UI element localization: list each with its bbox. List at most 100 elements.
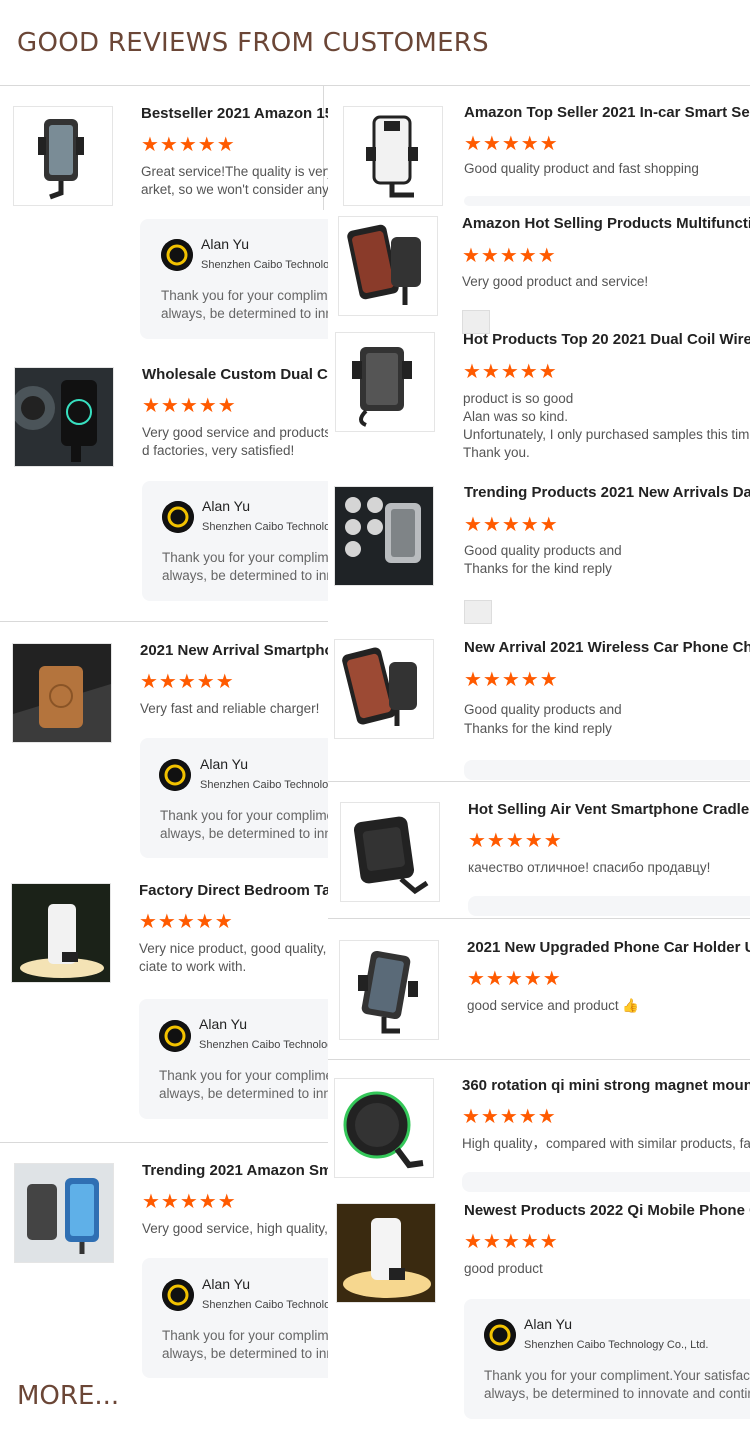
- seller-name: Alan Yu: [200, 756, 249, 772]
- more-link[interactable]: MORE...: [17, 1381, 119, 1411]
- reply-text-line: Thank you for your compliment.Your satis…: [162, 550, 328, 565]
- product-image[interactable]: [336, 1203, 436, 1303]
- seller-avatar: [161, 239, 193, 271]
- star-rating: ★★★★★: [464, 1231, 559, 1253]
- car-charger-icon: [15, 368, 113, 466]
- seller-company: Shenzhen Caibo Technology Co., Ltd.: [200, 779, 328, 791]
- reply-text-line: Thank you for your compliment.Your satis…: [160, 808, 328, 823]
- product-image[interactable]: [334, 1078, 434, 1178]
- review-divider: [328, 918, 750, 919]
- product-image[interactable]: [14, 367, 114, 467]
- review-text-line: d factories, very satisfied!: [142, 443, 295, 458]
- seller-name: Alan Yu: [202, 498, 251, 514]
- review-title[interactable]: Hot Products Top 20 2021 Dual Coil Wirel…: [463, 331, 750, 348]
- right-reviews-column: Amazon Top Seller 2021 In-car Smart Sens…: [328, 86, 750, 1430]
- seller-avatar: [159, 1020, 191, 1052]
- lamp-charger-icon: [12, 884, 110, 982]
- seller-avatar: [159, 759, 191, 791]
- review-title[interactable]: New Arrival 2021 Wireless Car Phone Char…: [464, 639, 750, 656]
- review-title[interactable]: Trending Products 2021 New Arrivals Dash…: [464, 484, 750, 501]
- review-title[interactable]: 2021 New Upgraded Phone Car Holder Unive…: [467, 939, 750, 956]
- star-rating: ★★★★★: [142, 1191, 237, 1213]
- product-image[interactable]: [343, 106, 443, 206]
- product-image[interactable]: [340, 802, 440, 902]
- car-phone-holder-icon: [344, 107, 442, 205]
- review-text-line: Good quality products and: [464, 702, 622, 717]
- seller-avatar: [162, 501, 194, 533]
- review-title[interactable]: Wholesale Custom Dual Coil Wireless Car …: [142, 366, 328, 383]
- car-phone-holder-icon: [339, 217, 437, 315]
- seller-name: Alan Yu: [201, 236, 250, 252]
- star-rating: ★★★★★: [467, 968, 562, 990]
- seller-reply: [464, 760, 750, 780]
- review-title[interactable]: Hot Selling Air Vent Smartphone Cradle C…: [468, 801, 750, 818]
- reply-text-line: always, be determined to innovate and co…: [160, 826, 328, 841]
- car-charger-icon: [335, 487, 433, 585]
- wireless-charger-icon: [13, 644, 111, 742]
- review-divider: [328, 781, 750, 782]
- car-phone-holder-icon: [340, 941, 438, 1039]
- reply-text-line: Thank you for your compliment.Your satis…: [161, 288, 328, 303]
- review-divider: [328, 1059, 750, 1060]
- star-rating: ★★★★★: [463, 361, 558, 383]
- seller-avatar: [162, 1279, 194, 1311]
- product-image[interactable]: [339, 940, 439, 1040]
- review-text-line: качество отличное! спасибо продавцу!: [468, 860, 711, 875]
- review-text-line: Thank you.: [463, 445, 530, 460]
- reply-text-line: Thank you for your compliment.Your satis…: [484, 1368, 750, 1383]
- review-title[interactable]: Trending 2021 Amazon Smart Car Phone Hol…: [142, 1162, 328, 1179]
- product-image[interactable]: [335, 332, 435, 432]
- review-text-line: Thanks for the kind reply: [464, 721, 612, 736]
- review-text-line: Unfortunately, I only purchased samples …: [463, 427, 750, 442]
- review-title[interactable]: 2021 New Arrival Smartphone Wireless Cha…: [140, 642, 328, 659]
- magnetic-mount-icon: [335, 1079, 433, 1177]
- product-image[interactable]: [12, 643, 112, 743]
- product-image[interactable]: [14, 1163, 114, 1263]
- star-rating: ★★★★★: [140, 671, 235, 693]
- seller-company: Shenzhen Caibo Technology Co., Ltd.: [524, 1339, 709, 1351]
- review-text-line: good service and product 👍: [467, 998, 640, 1013]
- reply-text-line: always, be determined to innovate and co…: [161, 306, 328, 321]
- review-title[interactable]: Newest Products 2022 Qi Mobile Phone Cha…: [464, 1202, 750, 1219]
- review-text-line: product is so good: [463, 391, 574, 406]
- star-rating: ★★★★★: [468, 830, 563, 852]
- product-image[interactable]: [13, 106, 113, 206]
- review-photo-thumbnail[interactable]: [464, 600, 492, 624]
- review-text-line: Thanks for the kind reply: [464, 561, 612, 576]
- product-image[interactable]: [338, 216, 438, 316]
- star-rating: ★★★★★: [464, 669, 559, 691]
- review-title[interactable]: Bestseller 2021 Amazon 15W Qi Wireless C…: [141, 105, 328, 122]
- seller-reply: Alan Yu Shenzhen Caibo Technology Co., L…: [140, 738, 328, 858]
- product-image[interactable]: [334, 639, 434, 739]
- page-heading: GOOD REVIEWS FROM CUSTOMERS: [17, 28, 489, 58]
- car-phone-holder-icon: [336, 333, 434, 431]
- seller-company: Shenzhen Caibo Technology Co., Ltd.: [202, 521, 328, 533]
- review-title[interactable]: 360 rotation qi mini strong magnet mount…: [462, 1077, 750, 1094]
- review-text-line: arket, so we won't consider any other su…: [141, 182, 328, 197]
- star-rating: ★★★★★: [462, 1106, 557, 1128]
- review-title[interactable]: Amazon Hot Selling Products Multifunctio…: [462, 215, 750, 232]
- car-phone-holder-icon: [15, 1164, 113, 1262]
- seller-reply: Alan Yu Shenzhen Caibo Technology Co., L…: [464, 1299, 750, 1419]
- reply-text-line: always, be determined to innovate and co…: [162, 1346, 328, 1361]
- review-title[interactable]: Factory Direct Bedroom Table Lamp Wirele…: [139, 882, 328, 899]
- product-image[interactable]: [11, 883, 111, 983]
- car-phone-holder-icon: [14, 107, 112, 205]
- reply-text-line: Thank you for your compliment.Your satis…: [162, 1328, 328, 1343]
- review-text-line: Very nice product, good quality, would a…: [139, 941, 328, 956]
- seller-reply: [464, 196, 750, 206]
- seller-reply: Alan Yu Shenzhen Caibo Technology Co., L…: [139, 999, 328, 1119]
- review-text-line: Very fast and reliable charger!: [140, 701, 320, 716]
- review-text-line: good product: [464, 1261, 543, 1276]
- review-text-line: High quality，compared with similar produ…: [462, 1136, 750, 1151]
- left-reviews-column: Bestseller 2021 Amazon 15W Qi Wireless C…: [0, 86, 328, 1380]
- review-title[interactable]: Amazon Top Seller 2021 In-car Smart Sens…: [464, 104, 750, 121]
- seller-name: Alan Yu: [524, 1316, 573, 1332]
- reply-text-line: always, be determined to innovate and co…: [159, 1086, 328, 1101]
- star-rating: ★★★★★: [142, 395, 237, 417]
- reply-text-line: always, be determined to innovate and co…: [162, 568, 328, 583]
- seller-company: Shenzhen Caibo Technology Co., Ltd.: [201, 259, 328, 271]
- product-image[interactable]: [334, 486, 434, 586]
- reply-text-line: Thank you for your compliment.Your satis…: [159, 1068, 328, 1083]
- seller-reply: Alan Yu Shenzhen Caibo Technology Co., L…: [140, 219, 328, 339]
